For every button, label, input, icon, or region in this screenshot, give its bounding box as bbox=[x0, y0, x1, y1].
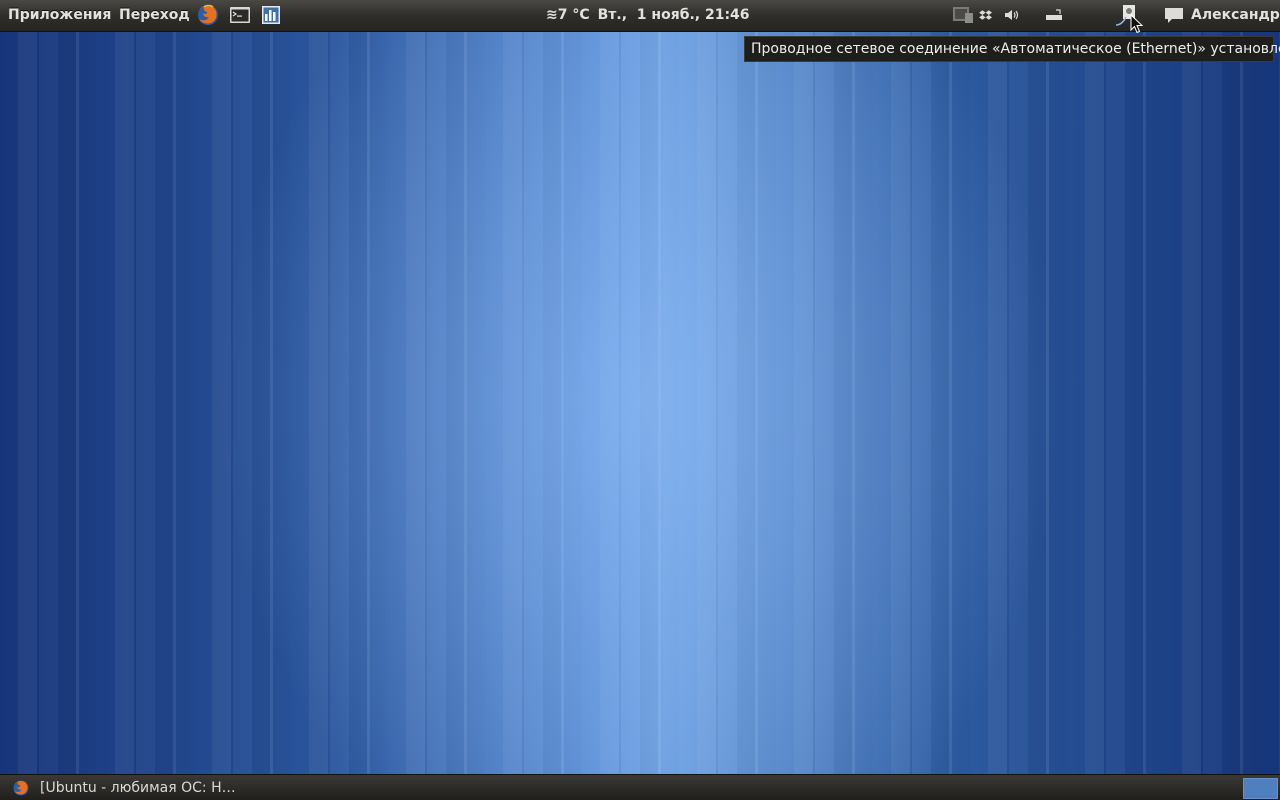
taskbar-window-title: [Ubuntu - любимая ОС: Н… bbox=[40, 780, 236, 796]
user-menu[interactable]: Александр bbox=[1191, 6, 1280, 24]
date-time-label: Вт., 1 нояб., 21:46 bbox=[597, 7, 750, 23]
clock-indicator[interactable]: ≋7 °C Вт., 1 нояб., 21:46 bbox=[546, 6, 758, 24]
bottom-panel: [Ubuntu - любимая ОС: Н… bbox=[0, 774, 1280, 800]
system-monitor-icon[interactable] bbox=[259, 3, 283, 27]
network-tooltip: Проводное сетевое соединение «Автоматиче… bbox=[744, 36, 1280, 62]
places-menu[interactable]: Переход bbox=[119, 6, 190, 24]
top-panel: Приложения Переход ≋7 °C Вт., 1 нояб., 21… bbox=[0, 0, 1280, 32]
workspace-switcher[interactable] bbox=[1243, 778, 1278, 799]
speech-bubble-icon[interactable] bbox=[1162, 3, 1186, 27]
volume-icon[interactable] bbox=[1000, 3, 1024, 27]
desktop-wallpaper[interactable] bbox=[0, 31, 1280, 774]
dropbox-icon[interactable] bbox=[974, 3, 998, 27]
firefox-icon[interactable] bbox=[196, 3, 220, 27]
terminal-icon[interactable] bbox=[228, 3, 252, 27]
taskbar-window-button[interactable]: [Ubuntu - любимая ОС: Н… bbox=[12, 777, 242, 799]
applications-menu[interactable]: Приложения bbox=[8, 6, 111, 24]
weather-label: ≋7 °C bbox=[546, 7, 590, 23]
keyboard-icon[interactable] bbox=[1042, 3, 1066, 27]
firefox-icon bbox=[13, 780, 29, 796]
mouse-cursor-icon bbox=[1130, 14, 1144, 34]
display-icon[interactable] bbox=[951, 3, 975, 27]
